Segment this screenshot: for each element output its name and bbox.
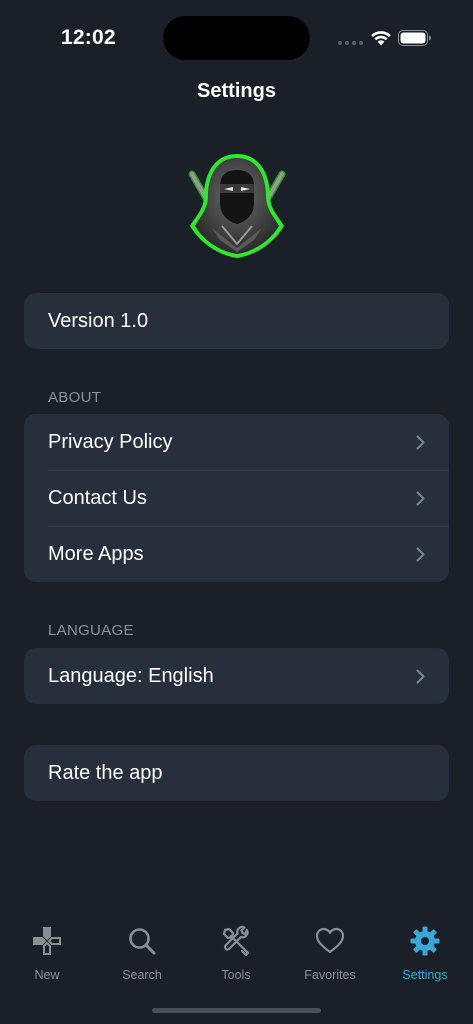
chevron-right-icon (416, 547, 425, 562)
settings-screen: 12:02 Settings Version 1.0 ABOUT Privacy… (0, 0, 473, 1024)
cellular-signal-icon (338, 41, 363, 45)
home-indicator[interactable] (152, 1008, 321, 1013)
status-time: 12:02 (61, 26, 116, 49)
heart-icon (315, 927, 345, 954)
search-icon (129, 928, 156, 955)
chevron-right-icon (416, 435, 425, 450)
battery-icon (398, 30, 431, 46)
privacy-policy-label: Privacy Policy (48, 430, 173, 453)
tools-icon (222, 925, 250, 957)
tab-new-label: New (34, 968, 60, 982)
language-label: Language: English (48, 664, 214, 687)
ninja-logo-icon (188, 154, 286, 258)
tab-tools-label: Tools (221, 968, 251, 982)
language-card: Language: English (24, 648, 449, 704)
rate-card: Rate the app (24, 745, 449, 801)
tab-settings-label: Settings (402, 968, 448, 982)
rate-app-label: Rate the app (48, 761, 163, 784)
tab-new[interactable]: New (7, 925, 87, 982)
tab-search-label: Search (122, 968, 162, 982)
tab-tools[interactable]: Tools (196, 925, 276, 982)
language-section-header: LANGUAGE (48, 622, 134, 639)
page-title: Settings (197, 80, 276, 102)
tab-favorites-label: Favorites (304, 968, 356, 982)
rate-app-row[interactable]: Rate the app (24, 745, 449, 801)
more-apps-label: More Apps (48, 542, 144, 565)
gear-icon (410, 926, 440, 956)
contact-us-row[interactable]: Contact Us (24, 470, 449, 526)
about-card: Privacy Policy Contact Us More Apps (24, 414, 449, 582)
gamepad-icon (33, 927, 61, 955)
tab-search[interactable]: Search (102, 925, 182, 982)
chevron-right-icon (416, 669, 425, 684)
version-label: Version 1.0 (48, 309, 149, 332)
tab-favorites[interactable]: Favorites (290, 925, 370, 982)
dynamic-island (163, 16, 310, 60)
version-row: Version 1.0 (24, 293, 449, 349)
about-section-header: ABOUT (48, 389, 102, 406)
chevron-right-icon (416, 491, 425, 506)
contact-us-label: Contact Us (48, 486, 147, 509)
language-row[interactable]: Language: English (24, 648, 449, 704)
tab-settings[interactable]: Settings (385, 925, 465, 982)
privacy-policy-row[interactable]: Privacy Policy (24, 414, 449, 470)
more-apps-row[interactable]: More Apps (24, 526, 449, 582)
tab-bar: New Search Tools Favorites Settings (0, 925, 473, 985)
wifi-icon (371, 31, 391, 46)
version-card: Version 1.0 (24, 293, 449, 349)
